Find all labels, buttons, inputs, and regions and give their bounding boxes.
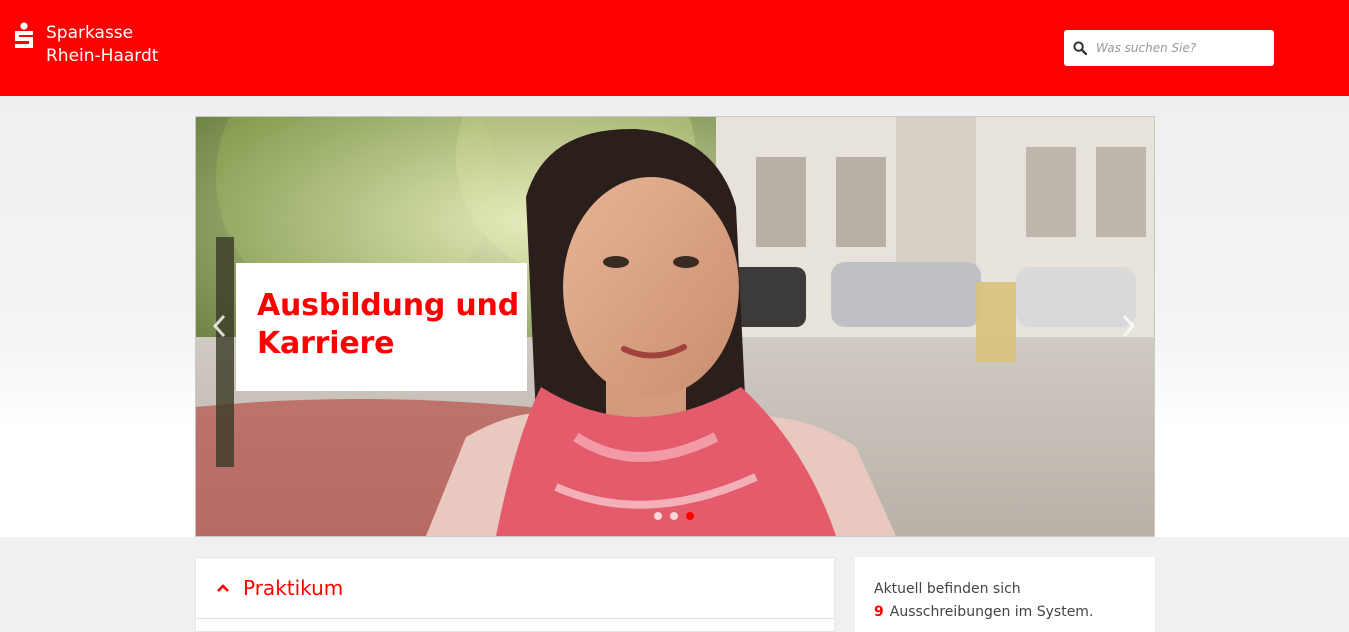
- carousel-indicators: [654, 512, 694, 520]
- brand-name: Sparkasse Rhein-Haardt: [46, 22, 158, 68]
- job-count-box: Aktuell befinden sich 9 Ausschreibungen i…: [855, 557, 1155, 632]
- search-box: [1064, 30, 1274, 66]
- carousel-dot[interactable]: [654, 512, 662, 520]
- search-icon[interactable]: [1073, 41, 1087, 55]
- brand-line-2: Rhein-Haardt: [46, 46, 159, 66]
- search-input[interactable]: [1096, 41, 1266, 55]
- praktikum-toggle[interactable]: Praktikum: [196, 558, 834, 619]
- info-line-2: 9 Ausschreibungen im System.: [874, 601, 1155, 624]
- info-line-2-text: Ausschreibungen im System.: [889, 604, 1094, 620]
- chevron-left-icon[interactable]: [210, 313, 230, 339]
- hero-carousel: Ausbildung und Karriere: [195, 116, 1155, 537]
- site-header: Sparkasse Rhein-Haardt: [0, 0, 1349, 96]
- carousel-dot[interactable]: [670, 512, 678, 520]
- panel-title: Praktikum: [243, 576, 344, 600]
- brand-line-1: Sparkasse: [46, 23, 134, 43]
- praktikum-panel: Praktikum: [195, 557, 835, 632]
- sparkasse-logo-icon: [15, 22, 33, 48]
- carousel-dot-active[interactable]: [686, 512, 694, 520]
- sparkasse-logo[interactable]: Sparkasse Rhein-Haardt: [12, 22, 158, 68]
- hero-title-box: Ausbildung und Karriere: [236, 263, 527, 391]
- chevron-up-icon: [217, 584, 229, 592]
- job-count: 9: [874, 604, 884, 620]
- info-line-1: Aktuell befinden sich: [874, 581, 1021, 597]
- hero-title: Ausbildung und Karriere: [257, 288, 519, 361]
- chevron-right-icon[interactable]: [1118, 313, 1138, 339]
